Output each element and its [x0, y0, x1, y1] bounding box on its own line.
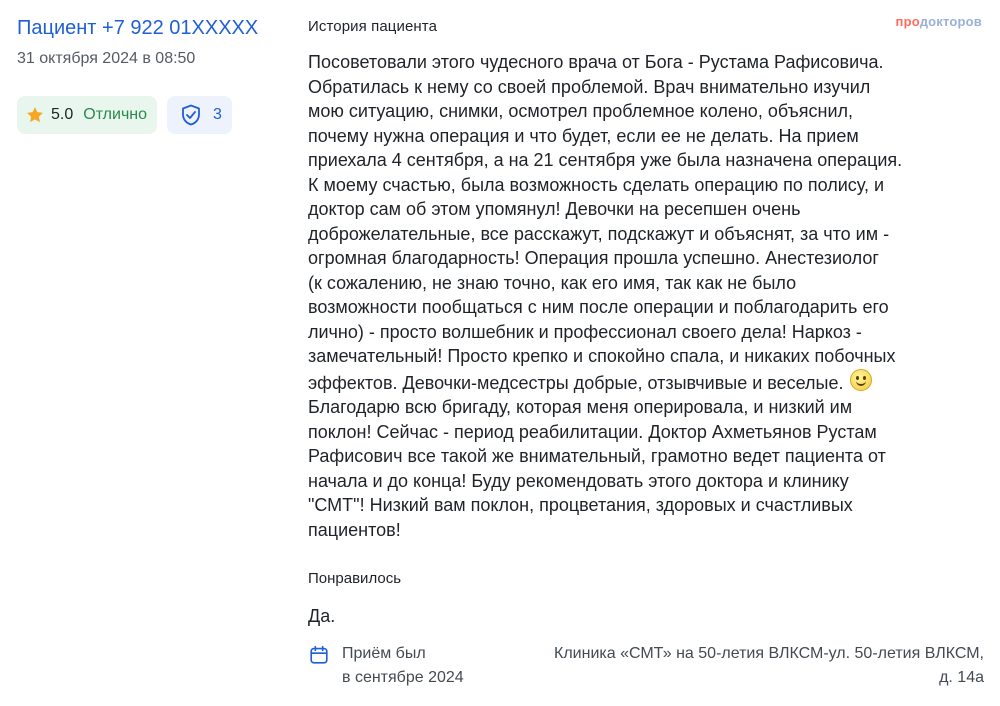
- visit-line1: Приём был: [342, 645, 426, 662]
- story-text-part1: Посоветовали этого чудесного врача от Бо…: [308, 52, 903, 393]
- review-footer: Приём был в сентябре 2024 Клиника «СМТ» …: [308, 642, 984, 690]
- author-name[interactable]: Пациент +7 922 01XXXXX: [17, 14, 287, 42]
- verified-badge[interactable]: 3: [167, 96, 232, 134]
- rating-badge: 5.0 Отлично: [17, 96, 158, 134]
- story-text: Посоветовали этого чудесного врача от Бо…: [308, 50, 988, 542]
- review-date: 31 октября 2024 в 08:50: [17, 50, 196, 67]
- smile-mouth: [855, 379, 866, 386]
- smile-emoji: [849, 368, 872, 391]
- story-title: История пациента: [308, 18, 438, 35]
- visit-info: Приём был в сентябре 2024: [308, 642, 464, 690]
- liked-title: Понравилось: [308, 570, 402, 587]
- rating-value: 5.0: [51, 106, 74, 123]
- badges: 5.0 Отлично 3: [17, 96, 287, 134]
- story-text-part2: Благодарю всю бригаду, которая меня опер…: [308, 397, 886, 540]
- star-icon: [27, 107, 43, 123]
- review-body: История пациента Посоветовали этого чуде…: [308, 14, 988, 628]
- verified-count: 3: [213, 106, 222, 123]
- author-panel: Пациент +7 922 01XXXXX 31 октября 2024 в…: [17, 14, 287, 134]
- calendar-icon: [310, 645, 328, 664]
- visit-line2: в сентябре 2024: [342, 669, 464, 686]
- clinic-address[interactable]: Клиника «СМТ» на 50-летия ВЛКСМ-ул. 50-л…: [554, 642, 984, 690]
- shield-check-icon: [182, 104, 200, 126]
- liked-text: Да.: [308, 606, 336, 626]
- rating-label: Отлично: [83, 106, 148, 123]
- visit-text: Приём был в сентябре 2024: [342, 642, 464, 690]
